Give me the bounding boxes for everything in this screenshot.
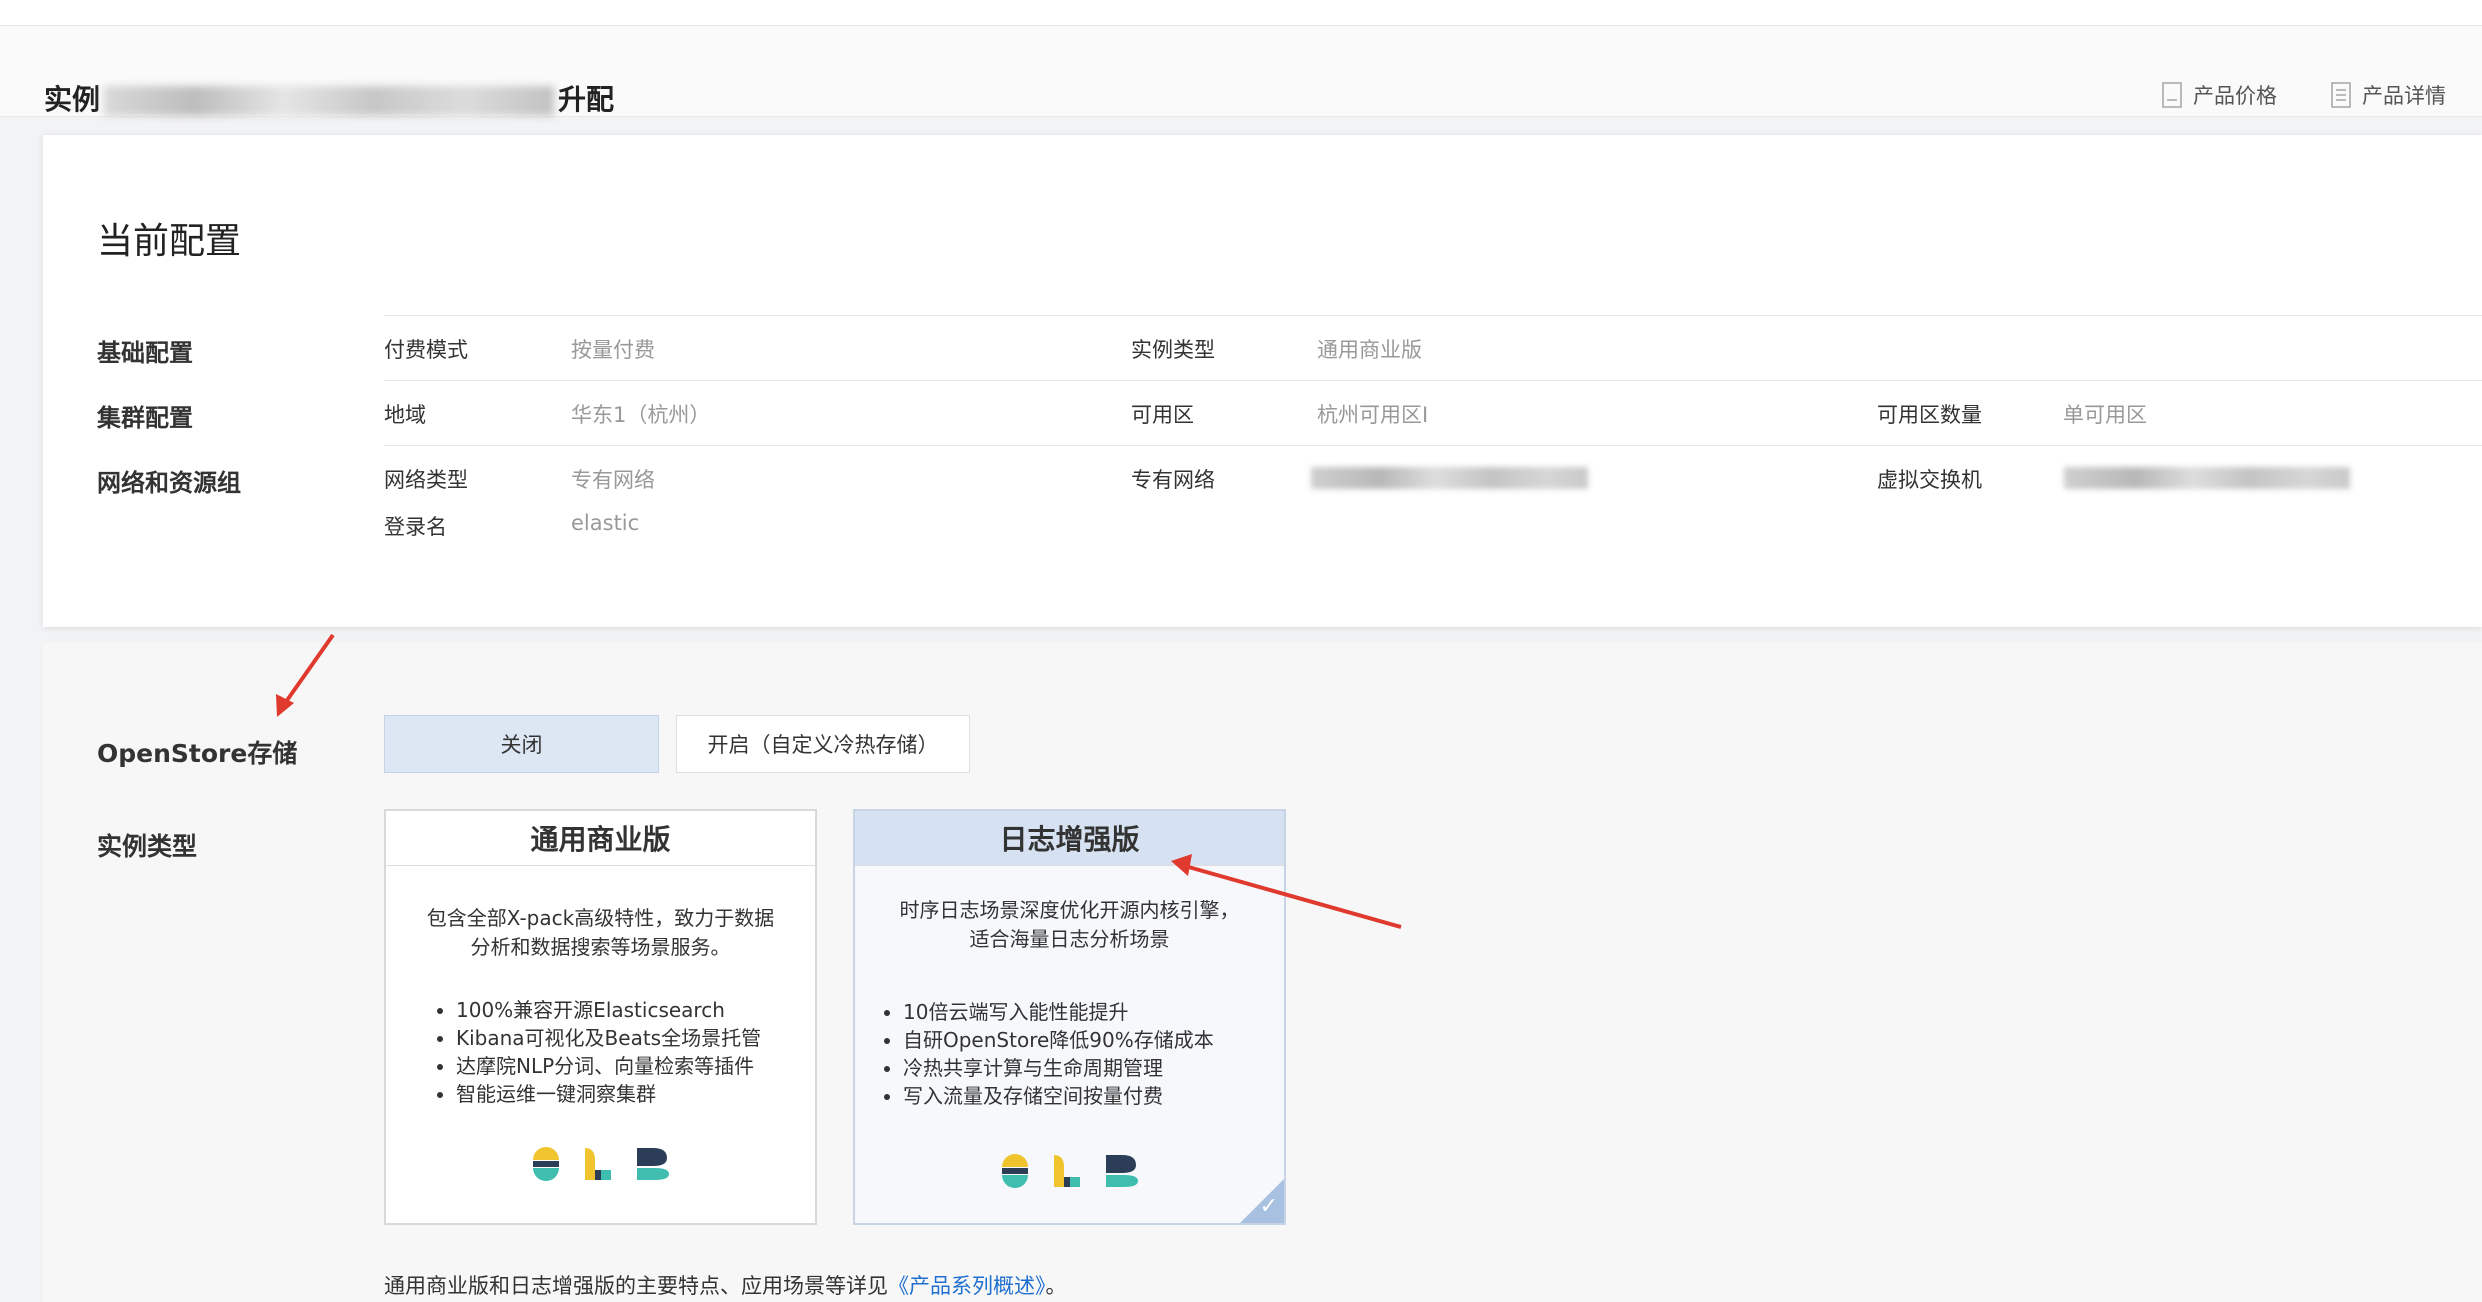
page-title: 实例 升配: [44, 78, 614, 118]
card-description: 包含全部X-pack高级特性，致力于数据 分析和数据搜索等场景服务。: [426, 906, 775, 959]
current-config-card: [43, 135, 2482, 627]
top-strip: [0, 0, 2482, 26]
receipt-icon: [2162, 82, 2182, 108]
key-network-type: 网络类型: [384, 468, 468, 492]
key-zone-count: 可用区数量: [1877, 403, 1982, 427]
beats-logo-icon: [1105, 1155, 1138, 1187]
product-price-link[interactable]: 产品价格: [2161, 80, 2277, 110]
key-instance-type: 实例类型: [1131, 338, 1215, 362]
list-item: 冷热共享计算与生命周期管理: [903, 1054, 1284, 1082]
feature-list: 100%兼容开源Elasticsearch Kibana可视化及Beats全场景…: [386, 996, 815, 1108]
title-suffix: 升配: [558, 83, 615, 116]
elk-logos: [386, 1146, 815, 1182]
title-prefix: 实例: [44, 83, 101, 116]
card-title: 通用商业版: [386, 811, 815, 866]
list-item: 智能运维一键洞察集群: [456, 1080, 815, 1108]
redacted-instance-id: [104, 86, 555, 116]
openstore-off-option[interactable]: 关闭: [384, 715, 659, 773]
elasticsearch-logo-icon: [1001, 1154, 1028, 1188]
key-vswitch: 虚拟交换机: [1877, 468, 1982, 492]
list-item: 自研OpenStore降低90%存储成本: [903, 1026, 1284, 1054]
footnote: 通用商业版和日志增强版的主要特点、应用场景等详见《产品系列概述》。: [384, 1274, 1067, 1298]
key-vpc: 专有网络: [1131, 468, 1215, 492]
list-item: Kibana可视化及Beats全场景托管: [456, 1024, 815, 1052]
list-item: 100%兼容开源Elasticsearch: [456, 996, 815, 1024]
row-divider: [384, 315, 2482, 316]
elk-logos: [855, 1153, 1284, 1189]
feature-list: 10倍云端写入能性能提升 自研OpenStore降低90%存储成本 冷热共享计算…: [855, 998, 1284, 1110]
value-billing-mode: 按量付费: [571, 338, 655, 362]
value-login-name: elastic: [571, 511, 640, 535]
row-label-basic: 基础配置: [97, 339, 193, 367]
key-billing-mode: 付费模式: [384, 338, 468, 362]
value-zone-count: 单可用区: [2063, 403, 2147, 427]
checkmark-icon: ✓: [1259, 1194, 1278, 1219]
list-item: 写入流量及存储空间按量付费: [903, 1082, 1284, 1110]
row-divider: [384, 445, 2482, 446]
instance-type-card-log-enhanced[interactable]: 日志增强版 时序日志场景深度优化开源内核引擎， 适合海量日志分析场景 10倍云端…: [853, 809, 1286, 1225]
key-region: 地域: [384, 403, 426, 427]
redacted-vswitch-id: [2064, 467, 2350, 489]
card-title: 日志增强版: [855, 811, 1284, 866]
instance-type-card-standard[interactable]: 通用商业版 包含全部X-pack高级特性，致力于数据 分析和数据搜索等场景服务。…: [384, 809, 817, 1225]
row-divider: [384, 380, 2482, 381]
logstash-logo-icon: [584, 1148, 611, 1180]
list-icon: [2331, 82, 2351, 108]
card-description: 时序日志场景深度优化开源内核引擎， 适合海量日志分析场景: [899, 898, 1240, 951]
value-zone: 杭州可用区I: [1317, 403, 1429, 427]
key-zone: 可用区: [1131, 403, 1194, 427]
current-config-title: 当前配置: [97, 221, 242, 262]
product-detail-link[interactable]: 产品详情: [2330, 80, 2446, 110]
list-item: 10倍云端写入能性能提升: [903, 998, 1284, 1026]
openstore-label: OpenStore存储: [97, 739, 298, 768]
redacted-vpc-id: [1311, 467, 1588, 489]
logstash-logo-icon: [1053, 1155, 1080, 1187]
product-overview-link[interactable]: 《产品系列概述》: [888, 1274, 1046, 1298]
value-network-type: 专有网络: [571, 468, 655, 492]
row-label-network: 网络和资源组: [97, 469, 241, 497]
value-instance-type: 通用商业版: [1317, 338, 1422, 362]
key-login-name: 登录名: [384, 515, 447, 539]
beats-logo-icon: [636, 1148, 669, 1180]
instance-type-label: 实例类型: [97, 832, 198, 861]
page-header: 实例 升配 产品价格 产品详情: [0, 26, 2482, 117]
openstore-on-option[interactable]: 开启（自定义冷热存储）: [676, 715, 970, 773]
elasticsearch-logo-icon: [532, 1147, 559, 1181]
list-item: 达摩院NLP分词、向量检索等插件: [456, 1052, 815, 1080]
value-region: 华东1（杭州）: [571, 403, 711, 427]
row-label-cluster: 集群配置: [97, 404, 193, 432]
